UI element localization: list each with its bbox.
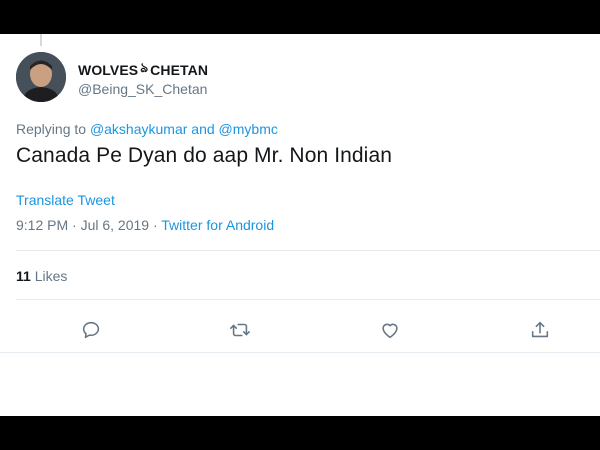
author-handle[interactable]: @Being_SK_Chetan <box>78 81 207 97</box>
divider <box>16 250 600 251</box>
retweet-icon <box>230 323 250 337</box>
reply-icon <box>82 321 100 339</box>
translate-tweet-link[interactable]: Translate Tweet <box>16 192 115 208</box>
likes-count: 11 <box>16 268 31 284</box>
mention-mybmc[interactable]: @mybmc <box>219 121 278 137</box>
likes-stat[interactable]: 11 Likes <box>16 268 67 284</box>
avatar-image <box>16 52 66 102</box>
tweet-source[interactable]: Twitter for Android <box>161 217 274 233</box>
replying-to: Replying to @akshaykumar and @mybmc <box>16 121 278 137</box>
heart-icon <box>382 323 398 339</box>
thread-line <box>40 34 42 46</box>
tweet-timestamp[interactable]: 9:12 PM · Jul 6, 2019 · <box>16 217 158 233</box>
reply-button[interactable] <box>77 316 105 344</box>
wolf-icon: ঌ <box>140 60 149 75</box>
action-bar <box>0 316 600 344</box>
avatar[interactable] <box>16 52 66 102</box>
share-button[interactable] <box>526 316 554 344</box>
tweet-meta: 9:12 PM · Jul 6, 2019 · Twitter for Andr… <box>16 217 274 233</box>
tweet-text: Canada Pe Dyan do aap Mr. Non Indian <box>16 144 393 167</box>
mention-akshaykumar[interactable]: @akshaykumar <box>90 121 187 137</box>
author-name-part1: WOLVES <box>78 61 139 78</box>
tweet-card: WOLVES ঌ CHETAN @Being_SK_Chetan Replyin… <box>0 34 600 416</box>
share-icon <box>531 321 549 338</box>
divider <box>16 299 600 300</box>
replying-prefix: Replying to <box>16 121 87 137</box>
divider <box>0 352 600 353</box>
replying-conjunction: and <box>191 121 215 137</box>
likes-label: Likes <box>34 268 68 284</box>
like-button[interactable] <box>376 316 404 344</box>
author-name-part2: CHETAN <box>150 61 209 78</box>
author-name[interactable]: WOLVES ঌ CHETAN <box>78 59 208 80</box>
retweet-button[interactable] <box>226 316 254 344</box>
